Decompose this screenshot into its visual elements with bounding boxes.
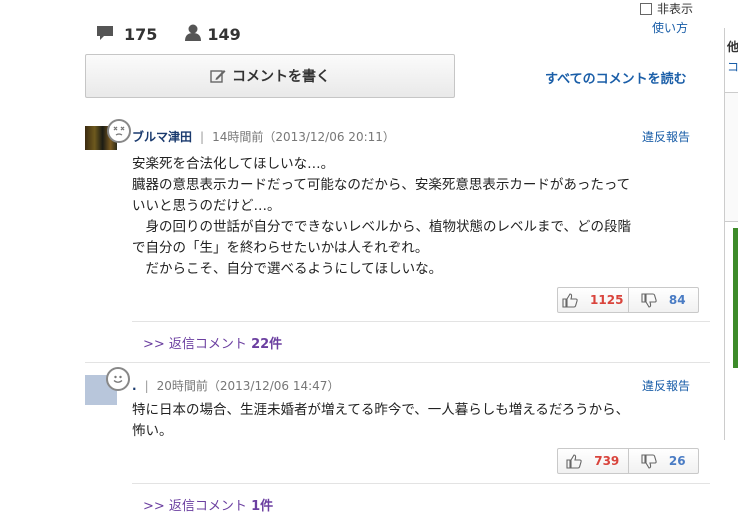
thumbs-down-icon [641, 453, 657, 469]
comment-header: ブルマ津田 | 14時間前（2013/12/06 20:11） [132, 128, 395, 145]
separator: | [144, 379, 149, 393]
comment-item: . | 20時間前（2013/12/06 14:47） 違反報告 特に日本の場合、生… [85, 367, 710, 485]
smiley-face-icon [106, 367, 130, 391]
comment-stats: 175 149 [96, 24, 269, 45]
hide-toggle[interactable]: 非表示 [640, 0, 693, 17]
sidebar-fragment: 他 コ [724, 28, 738, 440]
hide-label: 非表示 [657, 2, 694, 16]
good-count: 739 [594, 454, 620, 468]
replies-prefix: >> 返信コメント [143, 337, 247, 352]
divider [85, 362, 710, 363]
replies-link[interactable]: >> 返信コメント 1件 [143, 495, 273, 514]
edit-icon [210, 70, 226, 83]
comment-text: 安楽死を合法化してほしいな…。 臓器の意思表示カードだって可能なのだから、安楽死… [132, 156, 631, 277]
vote-buttons: 739 26 [557, 448, 699, 474]
sidebar-title: 他 [727, 40, 738, 54]
separator: | [200, 130, 205, 144]
user-count: 149 [207, 25, 241, 44]
replies-count: 1件 [251, 499, 274, 514]
read-all-comments-link[interactable]: すべてのコメントを読む [545, 68, 687, 87]
speech-bubble-icon [96, 25, 114, 45]
replies-count: 22件 [251, 337, 283, 352]
comment-count: 175 [124, 25, 158, 44]
thumbs-down-icon [641, 292, 657, 308]
comment-timestamp: 20時間前（2013/12/06 14:47） [156, 379, 340, 393]
comment-header: . | 20時間前（2013/12/06 14:47） [132, 377, 339, 394]
report-link[interactable]: 違反報告 [642, 377, 690, 394]
thumbs-up-icon [562, 292, 578, 308]
comment-timestamp: 14時間前（2013/12/06 20:11） [212, 130, 395, 144]
sidebar-banner [733, 228, 738, 368]
report-link[interactable]: 違反報告 [642, 128, 690, 145]
thumbs-up-button[interactable]: 1125 [558, 288, 629, 312]
howto-link[interactable]: 使い方 [652, 19, 688, 36]
bad-count: 26 [668, 454, 686, 468]
comment-text: 特に日本の場合、生涯未婚者が増えてる昨今で、一人暮らしも増えるだろうから、 怖い… [132, 402, 630, 439]
write-comment-button[interactable]: コメントを書く [85, 54, 455, 98]
divider [132, 483, 710, 484]
user-icon [185, 24, 202, 45]
vote-buttons: 1125 84 [557, 287, 699, 313]
hide-checkbox[interactable] [640, 2, 652, 15]
comment-username[interactable]: ブルマ津田 [132, 130, 192, 144]
thumbs-up-button[interactable]: 739 [558, 449, 629, 473]
bad-count: 84 [668, 293, 686, 307]
thumbs-down-button[interactable]: 84 [629, 288, 699, 312]
comment-username[interactable]: . [132, 379, 137, 393]
sidebar-box [725, 92, 738, 222]
sidebar-link[interactable]: コ [727, 58, 738, 75]
thumbs-up-icon [566, 453, 582, 469]
replies-link[interactable]: >> 返信コメント 22件 [143, 333, 282, 352]
thumbs-down-button[interactable]: 26 [629, 449, 699, 473]
good-count: 1125 [590, 293, 624, 307]
comment-item: ブルマ津田 | 14時間前（2013/12/06 20:11） 違反報告 安楽死を合… [85, 119, 710, 326]
replies-prefix: >> 返信コメント [143, 499, 247, 514]
divider [132, 321, 710, 322]
write-comment-label: コメントを書く [232, 69, 330, 85]
dizzy-face-icon [107, 119, 131, 143]
